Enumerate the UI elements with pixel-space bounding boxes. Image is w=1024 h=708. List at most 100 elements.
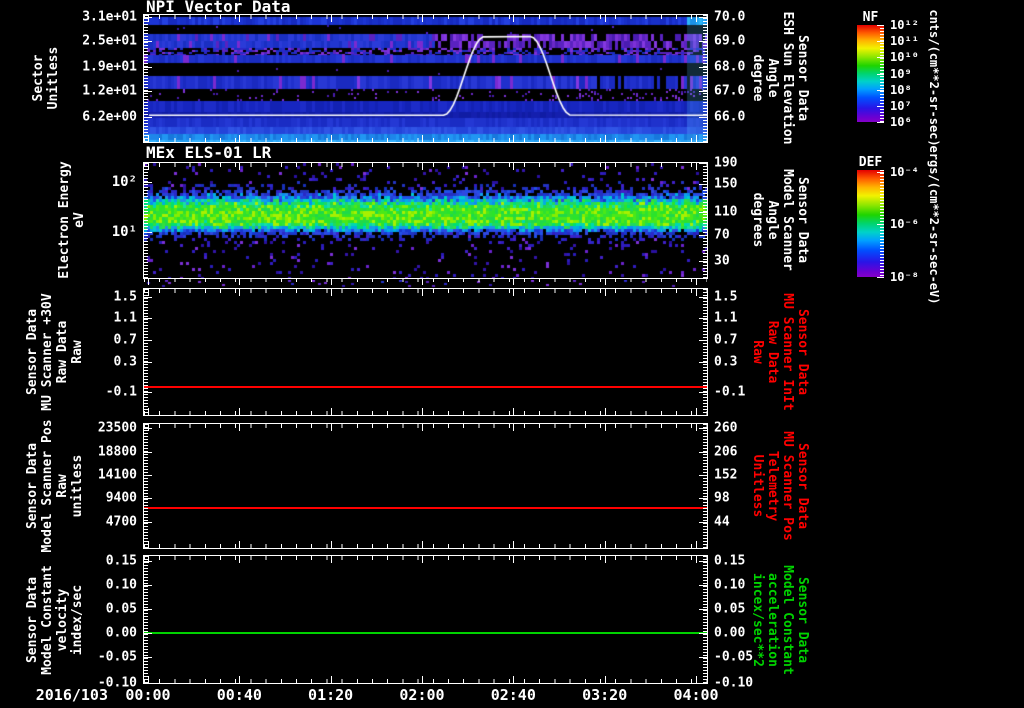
axis-minor-ticks [144,556,707,560]
tick-mark [699,392,707,394]
tick-mark [699,498,707,500]
y-tick-label: 68.0 [714,59,746,75]
y-tick-label: 18800 [97,444,137,460]
tick-mark [699,657,707,659]
tick-mark [421,135,423,142]
axis-minor-ticks [144,556,148,683]
tick-mark [147,289,149,296]
tick-mark [604,541,606,548]
y-tick-label: 67.0 [714,83,746,99]
tick-mark [421,163,423,170]
y-tick-label: 0.3 [714,354,738,370]
tick-mark [144,451,152,453]
tick-mark [513,424,515,431]
y-tick-label: 190 [714,155,738,171]
axis-minor-ticks [703,556,707,683]
tick-mark [699,16,707,18]
axis-minor-ticks [144,411,707,415]
axis-minor-ticks [144,289,707,293]
y-tick-label: 66.0 [714,109,746,125]
axis-minor-ticks [144,289,148,415]
tick-mark [144,66,152,68]
tick-mark [604,163,606,170]
y-tick-label: 10¹ [111,224,137,241]
y-tick-label: 1.9e+01 [82,59,137,75]
tick-mark [144,361,152,363]
tick-mark [696,15,698,22]
y-tick-label: -0.05 [97,649,137,665]
tick-mark [330,289,332,296]
tick-mark [147,278,149,285]
tick-mark [604,15,606,22]
x-tick-label: 02:00 [399,686,445,704]
tick-mark [699,117,707,119]
tick-mark [699,339,707,341]
tick-mark [147,556,149,563]
mu-scanner-panel-frame [143,288,708,416]
x-tick-label: 03:20 [582,686,628,704]
tick-mark [147,408,149,415]
y-tick-label: 0.00 [714,625,746,641]
y-tick-label: -0.1 [105,384,137,400]
tick-mark [421,556,423,563]
tick-mark [144,41,152,43]
tick-mark [699,451,707,453]
axis-minor-ticks [144,278,707,282]
x-tick-label: 02:40 [490,686,536,704]
tick-mark [144,339,152,341]
tick-mark [513,163,515,170]
tick-mark [330,541,332,548]
tick-mark [421,278,423,285]
tick-mark [696,424,698,431]
tick-mark [239,278,241,285]
tick-mark [699,682,707,684]
y-tick-label: 1.5 [113,289,137,305]
tick-mark [877,105,884,107]
tick-mark [699,261,707,263]
colorbar-tick-label: 10¹¹ [890,34,919,49]
tick-mark [696,556,698,563]
y-tick-label: 0.7 [113,332,137,348]
tick-mark [147,676,149,683]
y-tick-label: 2.5e+01 [82,33,137,49]
tick-mark [239,556,241,563]
colorbar-tick-label: 10⁻⁸ [890,270,919,284]
tick-mark [144,608,152,610]
axis-minor-ticks [144,138,707,142]
tick-mark [699,561,707,563]
tick-mark [699,184,707,186]
tick-mark [696,408,698,415]
tick-mark [877,25,884,26]
tick-mark [699,91,707,93]
tick-mark [144,498,152,500]
tick-mark [699,318,707,320]
tick-mark [699,584,707,586]
y-tick-label: 0.15 [714,553,746,569]
axis-minor-ticks [144,163,148,278]
tick-mark [330,278,332,285]
y-tick-label: 110 [714,204,738,220]
els-title: MEx ELS-01 LR [146,143,272,162]
tick-mark [513,676,515,683]
y-tick-label: 70 [714,227,730,243]
y-tick-label: 152 [714,467,738,483]
y-tick-label: 4700 [105,514,137,530]
tick-mark [144,584,152,586]
colorbar-tick-label: 10¹⁰ [890,50,919,65]
tick-mark [144,633,152,635]
axis-minor-ticks [144,15,148,142]
tick-mark [699,234,707,236]
tick-mark [144,91,152,93]
colorbar-tick-label: 10⁹ [890,66,912,81]
tick-mark [144,318,152,320]
x-tick-label: 00:00 [125,686,171,704]
y-tick-label: 44 [714,514,730,530]
tick-mark [239,135,241,142]
axis-minor-ticks [703,424,707,548]
colorbar-tick-label: 10⁸ [890,82,912,97]
y-tick-label: 30 [714,253,730,269]
y-tick-label: 0.3 [113,354,137,370]
colorbar-tick-label: 10⁻⁶ [890,216,919,231]
tick-mark [699,428,707,430]
tick-mark [239,15,241,22]
